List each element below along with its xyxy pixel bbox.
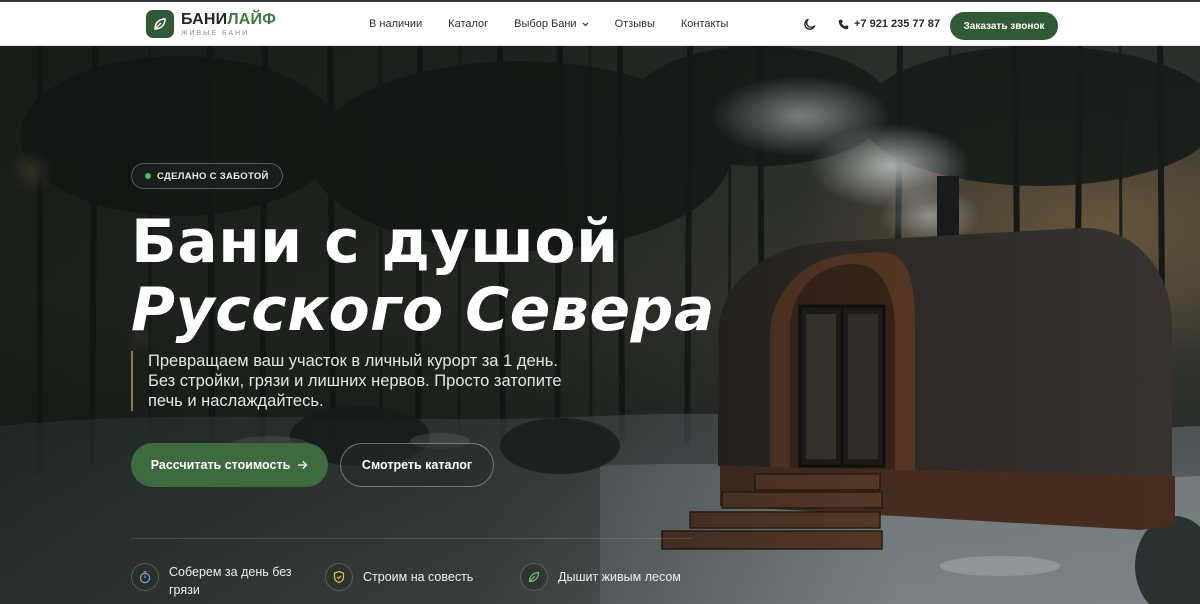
calculate-price-label: Рассчитать стоимость (150, 458, 291, 472)
features-divider (131, 538, 691, 539)
brand-logo[interactable]: БАНИЛАЙФ ЖИВЫЕ БАНИ (146, 10, 276, 38)
nav-item-in-stock[interactable]: В наличии (369, 18, 422, 30)
status-dot-icon (145, 173, 151, 179)
feature-item: Строим на совесть (325, 563, 473, 591)
calculate-price-button[interactable]: Рассчитать стоимость (131, 443, 328, 487)
theme-toggle[interactable] (803, 17, 819, 33)
phone-number: +7 921 235 77 87 (854, 18, 940, 30)
leaf-icon (520, 563, 548, 591)
nav-item-catalog[interactable]: Каталог (448, 18, 488, 30)
hero-badge: СДЕЛАНО С ЗАБОТОЙ (131, 163, 283, 189)
shield-check-icon (325, 563, 353, 591)
nav-item-choose-banya[interactable]: Выбор Бани (514, 18, 588, 30)
feature-text: Строим на совесть (363, 570, 474, 584)
nav-item-reviews[interactable]: Отзывы (615, 18, 655, 30)
order-call-button[interactable]: Заказать звонок (950, 12, 1058, 40)
nav-item-label: Выбор Бани (514, 18, 577, 30)
feature-item: Соберем за день без грязи (131, 563, 304, 599)
brand-name-part2: ЛАЙФ (227, 10, 277, 28)
brand-name-part1: БАНИ (181, 10, 228, 28)
phone-link[interactable]: +7 921 235 77 87 (838, 18, 940, 30)
view-catalog-button[interactable]: Смотреть каталог (340, 443, 494, 487)
arrow-right-icon (298, 461, 308, 469)
brand-text: БАНИЛАЙФ ЖИВЫЕ БАНИ (181, 10, 277, 37)
nav-item-contacts[interactable]: Контакты (681, 18, 729, 30)
leaf-logo-icon (146, 10, 174, 38)
stopwatch-icon (131, 563, 159, 591)
hero-lead: Превращаем ваш участок в личный курорт з… (131, 351, 571, 411)
main-nav: В наличии Каталог Выбор Бани Отзывы Конт… (369, 18, 754, 30)
feature-item: Дышит живым лесом (520, 563, 681, 591)
hero-badge-text: СДЕЛАНО С ЗАБОТОЙ (157, 170, 269, 182)
moon-icon (804, 18, 816, 30)
hero-title-line2: Русского Севера (131, 275, 715, 345)
chevron-down-icon (582, 22, 588, 26)
feature-text: Дышит живым лесом (558, 570, 681, 584)
site-header: БАНИЛАЙФ ЖИВЫЕ БАНИ В наличии Каталог Вы… (0, 0, 1200, 46)
brand-tagline: ЖИВЫЕ БАНИ (181, 29, 250, 37)
feature-text: Соберем за день без грязи (169, 565, 292, 597)
phone-icon (838, 19, 849, 29)
brand-name: БАНИЛАЙФ (181, 10, 277, 28)
hero-title-line1: Бани с душой (131, 207, 619, 277)
